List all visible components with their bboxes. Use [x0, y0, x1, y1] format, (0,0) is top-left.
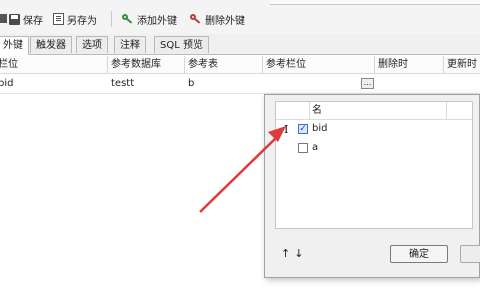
save-button[interactable]: 保存: [9, 11, 43, 27]
toolbar: 保存 另存为 添加外键 删除外键: [0, 0, 480, 34]
column-divider: [184, 56, 185, 73]
cell-field[interactable]: bid: [0, 74, 13, 93]
column-divider: [443, 56, 444, 73]
ref-field-picker-button[interactable]: ...: [361, 78, 374, 89]
tab-sql-preview[interactable]: SQL 预览: [154, 36, 209, 53]
tab-comments[interactable]: 注释: [114, 36, 146, 53]
new-icon[interactable]: [0, 14, 7, 23]
tab-foreign-keys[interactable]: 外键: [0, 36, 29, 55]
tab-label: 触发器: [36, 40, 66, 51]
checkbox-bid[interactable]: ✓: [298, 124, 308, 134]
field-list: 名 I ✓ bid a: [275, 101, 473, 229]
col-header-ref-field[interactable]: 参考栏位: [266, 56, 306, 73]
move-up-icon[interactable]: ↑: [281, 247, 294, 260]
delete-foreign-key-button[interactable]: 删除外键: [190, 11, 245, 27]
save-icon: [9, 13, 20, 25]
delete-foreign-key-label: 删除外键: [205, 15, 245, 27]
save-label: 保存: [23, 15, 43, 27]
column-divider: [374, 56, 375, 73]
text-cursor-icon: I: [284, 123, 289, 136]
cell-ref-db[interactable]: testt: [111, 74, 134, 93]
tab-label: 选项: [82, 40, 102, 51]
save-as-icon: [53, 13, 64, 25]
window-top-strip: [270, 0, 480, 5]
column-divider: [309, 102, 310, 119]
tab-options[interactable]: 选项: [76, 36, 108, 53]
col-header-field[interactable]: 栏位: [0, 56, 18, 73]
list-item[interactable]: a: [276, 139, 446, 157]
tab-bar: 外键 触发器 选项 注释 SQL 预览: [0, 34, 480, 55]
add-foreign-key-label: 添加外键: [137, 15, 177, 27]
add-key-icon: [122, 13, 134, 25]
list-item-label: bid: [312, 123, 328, 134]
tab-label: 注释: [120, 40, 140, 51]
column-divider: [262, 56, 263, 73]
column-divider: [446, 102, 447, 119]
add-foreign-key-button[interactable]: 添加外键: [122, 11, 177, 27]
save-as-label: 另存为: [67, 15, 97, 27]
tab-triggers[interactable]: 触发器: [30, 36, 72, 53]
ok-button[interactable]: 确定: [390, 245, 448, 263]
tab-label: SQL 预览: [160, 40, 203, 51]
table-row[interactable]: bid testt b: [0, 74, 480, 94]
cancel-button[interactable]: [460, 245, 480, 263]
save-as-button[interactable]: 另存为: [53, 11, 97, 27]
checkbox-a[interactable]: [298, 143, 308, 153]
field-picker-popup: 名 I ✓ bid a ↑↓ 确定: [264, 94, 480, 278]
cell-ref-table[interactable]: b: [188, 74, 194, 93]
toolbar-separator: [111, 11, 112, 27]
reorder-controls: ↑↓: [281, 247, 307, 260]
col-header-on-update[interactable]: 更新时: [447, 56, 477, 73]
list-item-label: a: [312, 142, 319, 153]
column-divider: [107, 56, 108, 73]
col-header-ref-db[interactable]: 参考数据库: [111, 56, 161, 73]
col-header-ref-table[interactable]: 参考表: [188, 56, 218, 73]
col-header-on-delete[interactable]: 删除时: [378, 56, 408, 73]
tab-label: 外键: [3, 40, 23, 51]
move-down-icon[interactable]: ↓: [294, 247, 307, 260]
delete-key-icon: [190, 13, 202, 25]
list-item[interactable]: I ✓ bid: [276, 120, 446, 138]
field-list-header: 名: [276, 102, 472, 120]
grid-header: 栏位 参考数据库 参考表 参考栏位 删除时 更新时: [0, 56, 480, 74]
name-column-header[interactable]: 名: [312, 102, 322, 119]
